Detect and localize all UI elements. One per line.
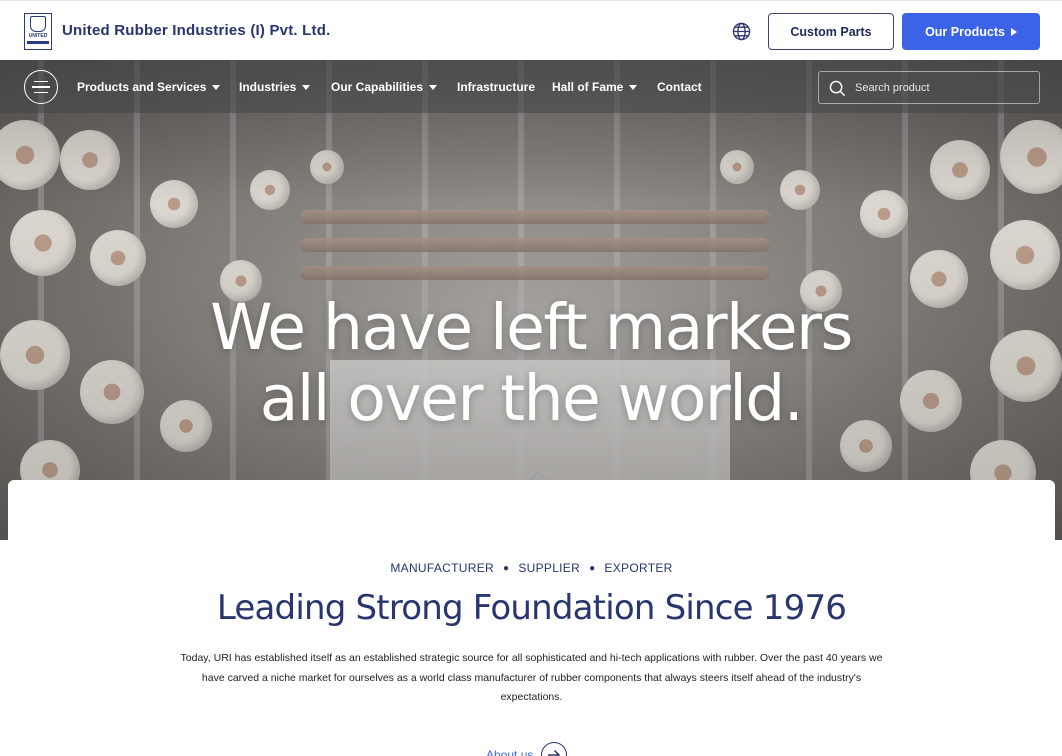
intro-section: MANUFACTURER ● SUPPLIER ● EXPORTER Leading S…: [8, 471, 1055, 756]
caret-down-icon: [212, 84, 221, 90]
nav-hall-of-fame[interactable]: Hall of Fame: [552, 80, 638, 94]
nav-industries[interactable]: Industries: [239, 80, 311, 94]
company-logo[interactable]: UNITED: [24, 13, 52, 50]
nav-contact[interactable]: Contact: [657, 80, 702, 94]
logo-bar: [27, 41, 49, 44]
our-products-button[interactable]: Our Products: [902, 13, 1040, 50]
search-box: [818, 71, 1040, 104]
main-navigation: Products and Services Industries Our Cap…: [0, 60, 1062, 113]
nav-products-and-services[interactable]: Products and Services: [77, 80, 221, 94]
logo-emblem-icon: [30, 16, 46, 32]
hamburger-menu-icon[interactable]: [24, 70, 58, 104]
tag-manufacturer: MANUFACTURER: [390, 561, 494, 575]
hero-heading-line-1: We have left markers: [210, 291, 853, 364]
section-headline: Leading Strong Foundation Since 1976: [216, 588, 847, 628]
nav-label: Industries: [239, 80, 297, 94]
search-icon: [829, 80, 846, 97]
caret-down-icon: [302, 84, 311, 90]
about-us-label: About us: [486, 748, 534, 756]
section-description: Today, URI has established itself as an …: [180, 652, 883, 703]
play-arrow-icon: [1010, 27, 1017, 36]
hero-heading: We have left markers all over the world.: [0, 292, 1062, 434]
bullet-separator: ●: [589, 563, 596, 574]
search-input[interactable]: [855, 78, 1031, 98]
nav-label: Our Capabilities: [331, 80, 424, 94]
nav-label: Hall of Fame: [552, 80, 624, 94]
about-us-link[interactable]: About us: [486, 742, 568, 756]
business-type-tags: MANUFACTURER ● SUPPLIER ● EXPORTER: [8, 561, 1055, 575]
nav-label: Infrastructure: [457, 80, 536, 94]
nav-our-capabilities[interactable]: Our Capabilities: [331, 80, 438, 94]
nav-label: Contact: [657, 80, 702, 94]
top-bar: UNITED United Rubber Industries (I) Pvt.…: [0, 0, 1062, 60]
hero-section: Products and Services Industries Our Cap…: [0, 60, 1062, 540]
company-name[interactable]: United Rubber Industries (I) Pvt. Ltd.: [62, 22, 330, 39]
logo-text: UNITED: [28, 33, 48, 39]
tag-supplier: SUPPLIER: [518, 561, 581, 575]
globe-icon[interactable]: [732, 22, 751, 41]
hero-heading-line-2: all over the world.: [259, 362, 804, 435]
arrow-right-icon: [541, 742, 568, 756]
custom-parts-button[interactable]: Custom Parts: [768, 13, 894, 50]
caret-down-icon: [429, 84, 438, 90]
nav-label: Products and Services: [77, 80, 207, 94]
nav-infrastructure[interactable]: Infrastructure: [457, 80, 535, 94]
bullet-separator: ●: [502, 563, 510, 574]
caret-down-icon: [629, 84, 638, 90]
tag-exporter: EXPORTER: [604, 561, 673, 575]
our-products-label: Our Products: [925, 24, 1005, 39]
